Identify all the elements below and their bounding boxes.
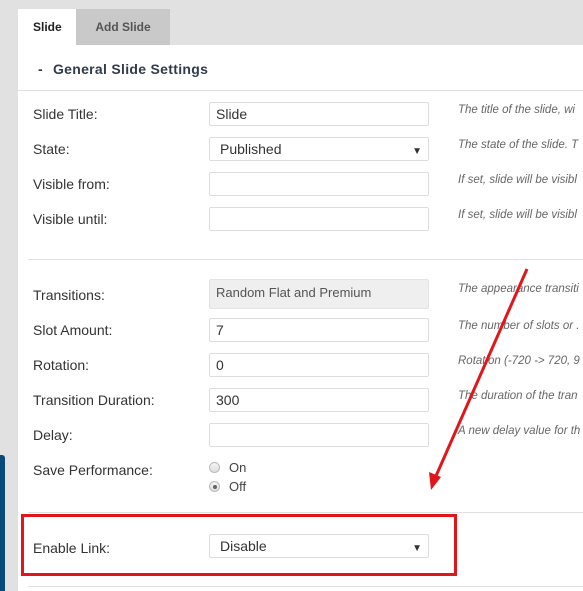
radio-button-on[interactable] [209,462,220,473]
row-transitions: Transitions: Random Flat and Premium The… [18,279,583,309]
slide-title-input[interactable]: Slide [209,102,429,126]
divider [28,512,583,513]
row-rotation: Rotation: 0 Rotation (-720 -> 720, 9 [18,353,583,377]
state-select[interactable]: Published ▼ [209,137,429,161]
divider [28,259,583,260]
tab-add-slide[interactable]: Add Slide [76,9,170,45]
row-state: State: Published ▼ The state of the slid… [18,137,583,161]
radio-option-off[interactable]: Off [209,477,246,496]
enable-link-label: Enable Link: [33,540,111,556]
visible-until-description: If set, slide will be visibl [458,209,577,221]
delay-label: Delay: [33,427,73,443]
row-visible-until: Visible until: If set, slide will be vis… [18,207,583,231]
transition-duration-description: The duration of the tran [458,390,578,402]
dropdown-caret-icon: ▼ [412,146,422,157]
settings-panel: - General Slide Settings Slide Title: Sli… [18,45,583,591]
slot-amount-label: Slot Amount: [33,322,113,338]
transitions-label: Transitions: [33,287,105,303]
radio-label-off: Off [229,479,247,494]
delay-description: A new delay value for th [458,425,581,437]
row-delay: Delay: A new delay value for th [18,423,583,447]
visible-from-description: If set, slide will be visibl [458,174,577,186]
collapse-toggle-icon[interactable]: - [38,61,43,77]
visible-from-input[interactable] [209,172,429,196]
section-header[interactable]: - General Slide Settings [38,61,208,77]
slide-title-label: Slide Title: [33,106,98,122]
state-label: State: [33,141,70,157]
visible-until-input[interactable] [209,207,429,231]
visible-until-label: Visible until: [33,211,108,227]
row-save-performance: Save Performance: On Off [18,458,583,498]
row-slot-amount: Slot Amount: 7 The number of slots or . [18,318,583,342]
tab-slide[interactable]: Slide [18,9,76,45]
row-visible-from: Visible from: If set, slide will be visi… [18,172,583,196]
row-slide-title: Slide Title: Slide The title of the slid… [18,102,583,126]
save-performance-radio-group: On Off [209,458,246,496]
row-enable-link: Enable Link: Disable ▼ [18,534,583,558]
state-selected-value: Published [220,141,282,157]
state-description: The state of the slide. T [458,139,579,151]
section-title: General Slide Settings [52,61,209,77]
visible-from-label: Visible from: [33,176,110,192]
radio-label-on: On [229,460,247,475]
slot-amount-description: The number of slots or . [458,320,580,332]
slot-amount-input[interactable]: 7 [209,318,429,342]
enable-link-select[interactable]: Disable ▼ [209,534,429,558]
divider [28,586,583,587]
transition-duration-label: Transition Duration: [33,392,155,408]
rotation-description: Rotation (-720 -> 720, 9 [458,355,580,367]
transition-duration-input[interactable]: 300 [209,388,429,412]
slide-title-description: The title of the slide, wi [458,104,575,116]
transitions-selector[interactable]: Random Flat and Premium [209,279,429,309]
radio-option-on[interactable]: On [209,458,246,477]
delay-input[interactable] [209,423,429,447]
save-performance-label: Save Performance: [33,462,153,478]
row-transition-duration: Transition Duration: 300 The duration of… [18,388,583,412]
background-window-edge [0,455,5,591]
rotation-label: Rotation: [33,357,90,373]
radio-button-off[interactable] [209,481,220,492]
rotation-input[interactable]: 0 [209,353,429,377]
dropdown-caret-icon: ▼ [412,543,422,554]
divider [18,90,583,91]
tab-bar: Slide Add Slide [18,9,170,45]
transitions-description: The appearance transiti [458,283,579,295]
enable-link-selected-value: Disable [220,538,267,554]
